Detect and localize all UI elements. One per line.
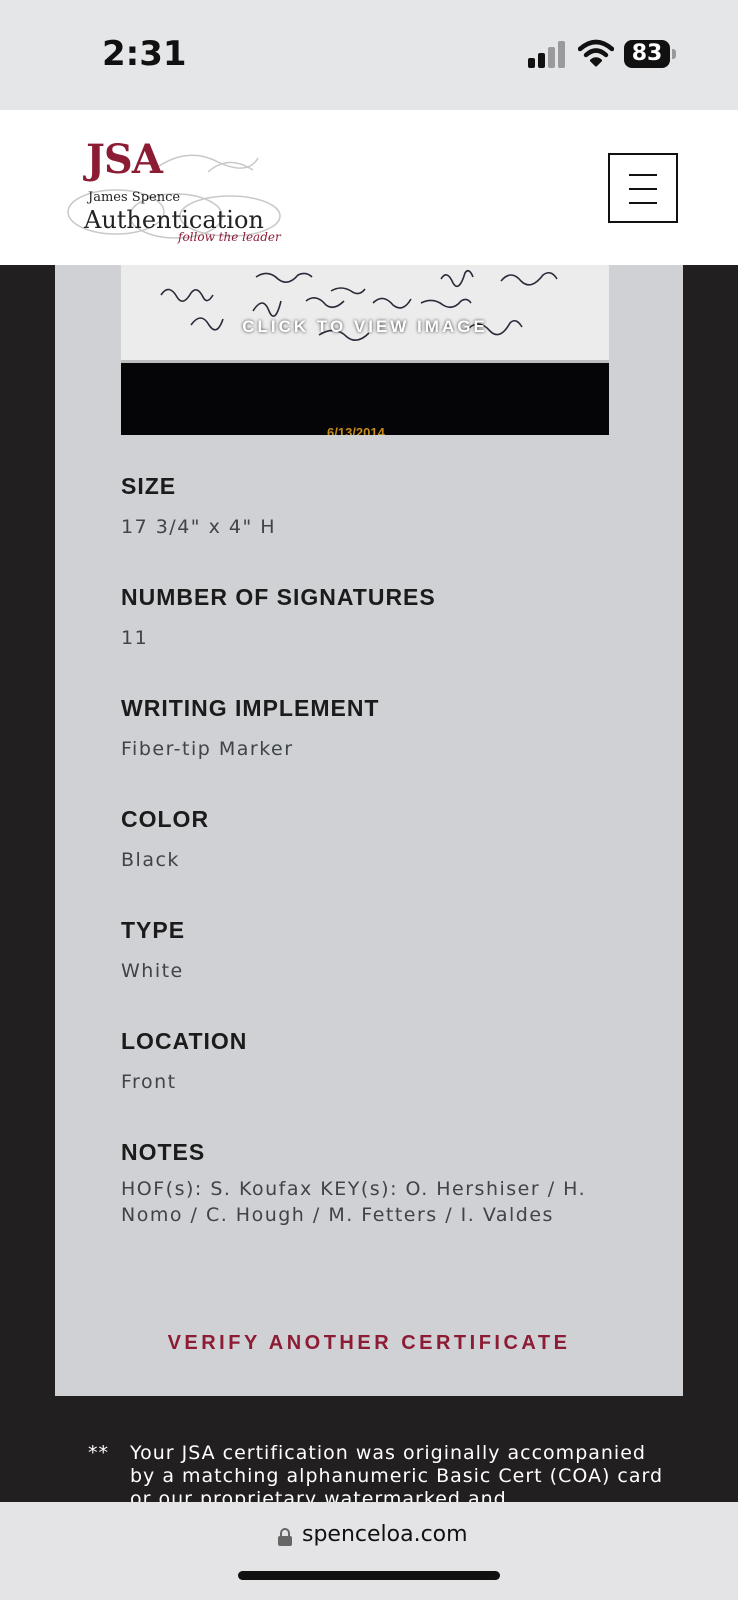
field-type: TYPE White [121,917,641,984]
field-value: Front [121,1071,177,1093]
browser-url-bar[interactable]: spenceloa.com [0,1502,738,1600]
field-value: Black [121,849,180,871]
field-label: NOTES [121,1139,206,1165]
wifi-icon [577,38,615,68]
hamburger-icon [629,174,657,176]
menu-button[interactable] [608,153,678,223]
click-to-view-image-label: CLICK TO VIEW IMAGE [242,317,488,336]
lock-icon [278,1528,292,1546]
logo-jsa-text: JSA [86,136,163,183]
certificate-details-card: CLICK TO VIEW IMAGE 6/13/2014 SIZE 17 3/… [55,265,683,1396]
logo-tagline: follow the leader [178,230,281,244]
battery-level: 83 [624,40,670,68]
battery-icon: 83 [624,40,676,68]
cellular-signal-icon [528,40,568,68]
status-bar: 2:31 83 [0,0,738,110]
signatures-graphic [160,269,558,341]
footnote-text: Your JSA certification was originally ac… [130,1442,664,1510]
field-writing-implement: WRITING IMPLEMENT Fiber-tip Marker [121,695,641,762]
field-size: SIZE 17 3/4" x 4" H [121,473,641,540]
footnote-mark: ** [88,1442,109,1464]
url-text: spenceloa.com [302,1522,468,1547]
field-value: 17 3/4" x 4" H [121,516,277,538]
field-label: WRITING IMPLEMENT [121,695,380,721]
field-number-of-signatures: NUMBER OF SIGNATURES 11 [121,584,641,651]
field-label: COLOR [121,806,210,832]
image-date-stamp: 6/13/2014 [327,425,385,435]
verify-another-certificate-link[interactable]: VERIFY ANOTHER CERTIFICATE [55,1332,683,1355]
field-value: HOF(s): S. Koufax KEY(s): O. Hershiser /… [121,1178,587,1226]
field-label: NUMBER OF SIGNATURES [121,584,436,610]
field-label: LOCATION [121,1028,248,1054]
field-value: White [121,960,184,982]
field-notes: NOTES HOF(s): S. Koufax KEY(s): O. Hersh… [121,1139,641,1228]
jsa-logo[interactable]: JSA James Spence Authentication follow t… [58,132,288,244]
field-color: COLOR Black [121,806,641,873]
field-value: Fiber-tip Marker [121,738,294,760]
autograph-image[interactable]: CLICK TO VIEW IMAGE 6/13/2014 [121,265,609,435]
field-location: LOCATION Front [121,1028,641,1095]
logo-name-text: James Spence [88,190,181,205]
home-indicator[interactable] [238,1571,500,1580]
field-label: TYPE [121,917,186,943]
field-value: 11 [121,627,149,649]
field-label: SIZE [121,473,177,499]
status-time: 2:31 [102,34,187,74]
